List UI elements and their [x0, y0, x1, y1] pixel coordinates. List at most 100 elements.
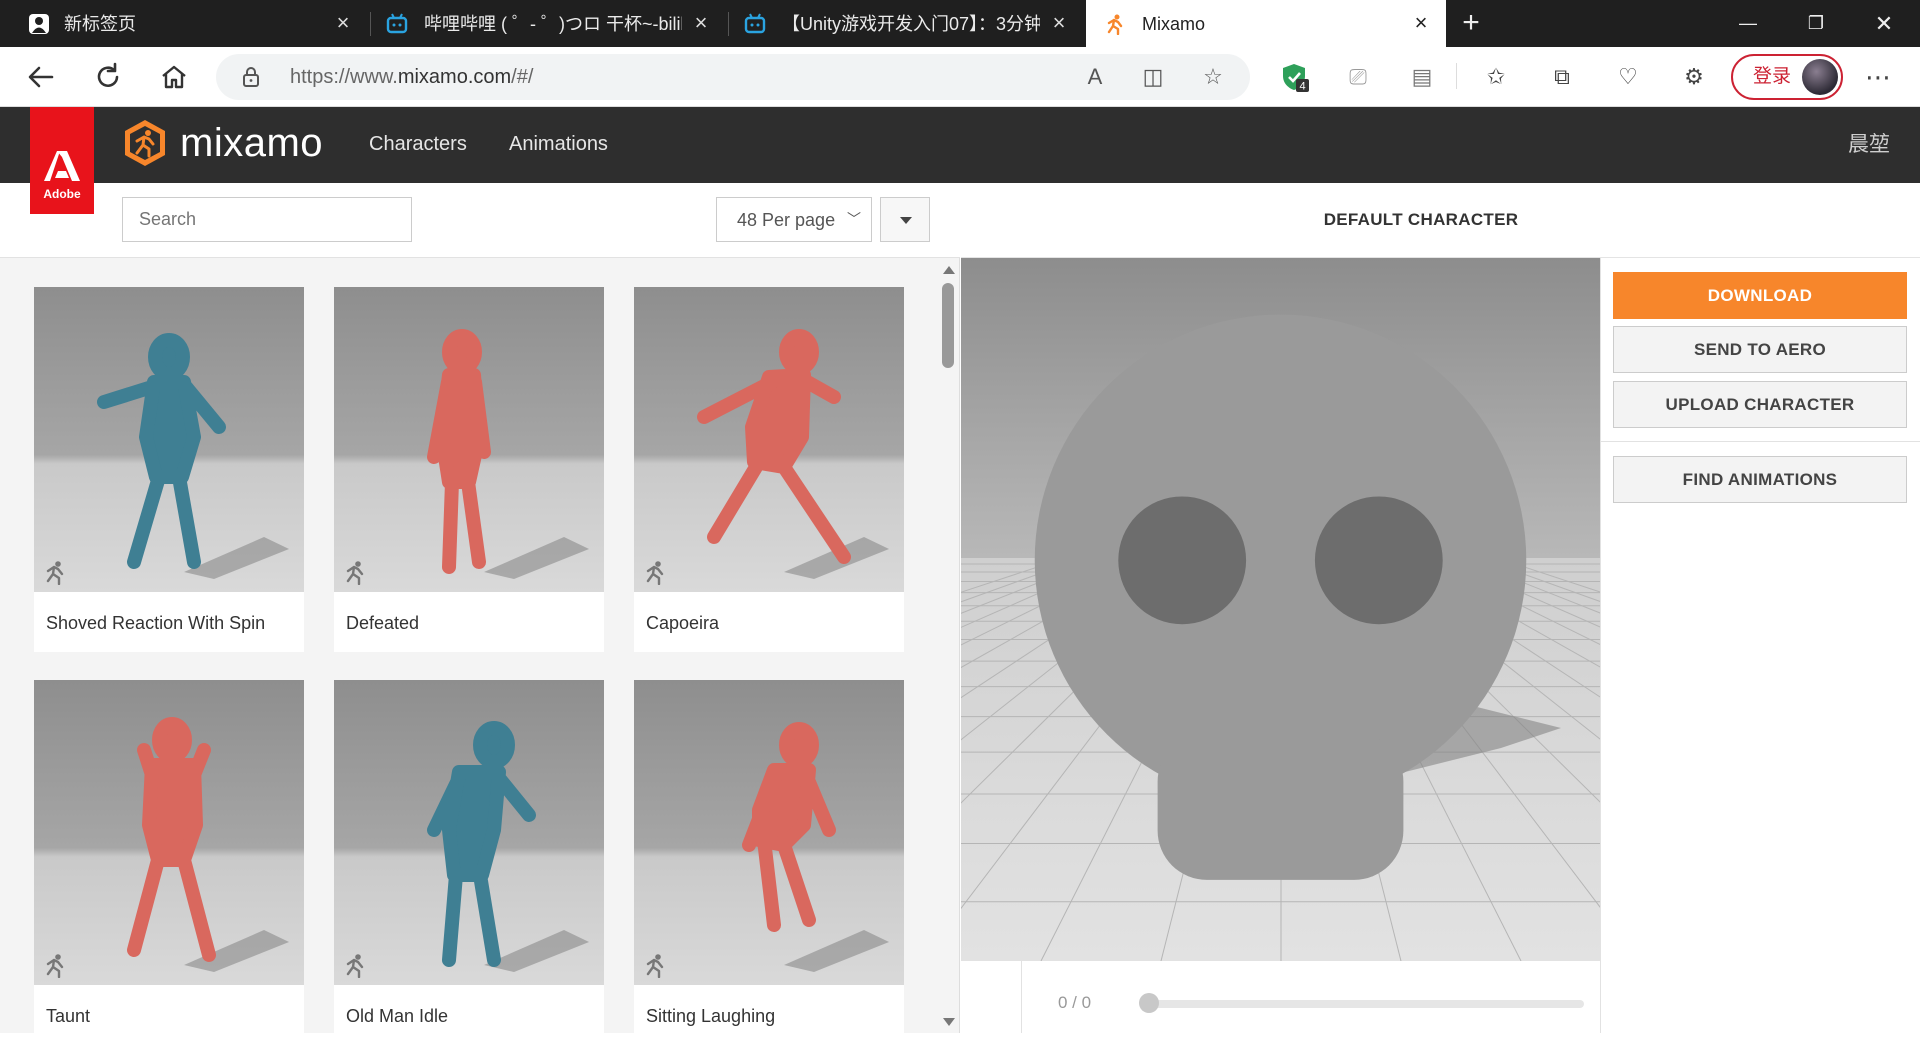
tab-title: 新标签页	[64, 14, 136, 34]
character-pose	[697, 329, 889, 579]
favorite-star-icon[interactable]: ☆	[1200, 64, 1226, 90]
tab-separator	[728, 12, 729, 36]
bilibili-icon	[386, 13, 408, 34]
app-name[interactable]: mixamo	[180, 119, 323, 167]
preview-panel: DEFAULT CHARACTER 0 / 0 DOWNLOAD SEND TO…	[961, 183, 1920, 1033]
close-window-icon[interactable]: ✕	[1851, 0, 1917, 47]
nav-animations[interactable]: Animations	[509, 132, 608, 156]
animation-card[interactable]: Taunt	[34, 680, 304, 1045]
mixamo-running-icon	[1107, 14, 1123, 35]
minimize-window-icon[interactable]: —	[1715, 0, 1781, 47]
browser-tab-bilibili[interactable]: 哔哩哔哩 ( ゜- ゜)つロ 干杯~-bilibili ×	[372, 0, 726, 47]
preview-title: DEFAULT CHARACTER	[1323, 210, 1519, 229]
extensions-icon[interactable]: ⚙	[1678, 61, 1710, 93]
browser-tab-unity-tutorial[interactable]: 【Unity游戏开发入门07】：3分钟 ×	[730, 0, 1084, 47]
divider	[1601, 441, 1920, 442]
user-name[interactable]: 晨堃	[1848, 133, 1890, 157]
frame-counter: 0 / 0	[1058, 993, 1092, 1012]
back-arrow-icon[interactable]	[24, 60, 58, 94]
reader-icon[interactable]: ▤	[1406, 61, 1438, 93]
close-tab-icon[interactable]: ×	[690, 12, 712, 34]
character-pose	[427, 329, 589, 579]
download-button[interactable]: DOWNLOAD	[1613, 272, 1907, 319]
animation-thumbnail[interactable]	[634, 680, 904, 985]
animation-thumbnail[interactable]	[34, 680, 304, 985]
timeline-track[interactable]	[1140, 1000, 1584, 1008]
preview-header: DEFAULT CHARACTER	[961, 183, 1920, 258]
login-button[interactable]: 登录	[1731, 54, 1843, 100]
scrollbar[interactable]	[938, 258, 958, 1033]
character-pose	[742, 722, 889, 972]
extension-badge-count: 4	[1299, 81, 1305, 93]
close-tab-icon[interactable]: ×	[1048, 12, 1070, 34]
caret-down-icon	[900, 217, 912, 224]
library-toolbar: 48 Per page ﹀	[0, 183, 960, 258]
animation-thumbnail[interactable]	[334, 287, 604, 592]
running-man-icon	[346, 954, 364, 978]
tab-separator	[370, 12, 371, 36]
per-page-value: 48 Per page	[737, 210, 836, 230]
timeline-scrubber[interactable]	[1139, 993, 1159, 1013]
refresh-icon[interactable]	[91, 60, 125, 94]
favorites-icon[interactable]: ✩	[1480, 61, 1512, 93]
upload-character-button[interactable]: UPLOAD CHARACTER	[1613, 381, 1907, 428]
animation-library-panel: 48 Per page ﹀ Shoved Reaction With Spin D…	[0, 183, 960, 1045]
send-to-aero-button[interactable]: SEND TO AERO	[1613, 326, 1907, 373]
new-tab-plus-icon[interactable]: +	[1455, 8, 1487, 40]
3d-viewport[interactable]	[961, 258, 1600, 961]
more-menu-icon[interactable]: ⋯	[1862, 61, 1894, 93]
animation-card[interactable]: Shoved Reaction With Spin	[34, 287, 304, 652]
address-bar[interactable]: https://www.mixamo.com/#/ A ◫ ☆	[216, 54, 1250, 100]
search-input[interactable]	[122, 197, 412, 242]
animation-timeline: 0 / 0	[1021, 961, 1600, 1033]
skull-icon[interactable]	[961, 258, 1600, 961]
character-pose	[97, 333, 289, 579]
animation-label: Capoeira	[646, 613, 720, 633]
animation-card[interactable]: Sitting Laughing	[634, 680, 904, 1045]
animation-card[interactable]: Capoeira	[634, 287, 904, 652]
browser-tab-mixamo[interactable]: Mixamo ×	[1086, 0, 1446, 47]
screen-capture-icon[interactable]: ⎚	[1342, 61, 1374, 93]
scrollbar-thumb[interactable]	[942, 283, 954, 368]
animation-card[interactable]: Defeated	[334, 287, 604, 652]
animation-thumbnail[interactable]	[34, 287, 304, 592]
browser-tab-new-tab[interactable]: 新标签页 ×	[0, 0, 368, 47]
running-man-icon	[46, 561, 64, 585]
lock-icon[interactable]	[240, 66, 262, 88]
animation-card[interactable]: Old Man Idle	[334, 680, 604, 1045]
browser-toolbar: https://www.mixamo.com/#/ A ◫ ☆ 4 ⎚ ▤ ✩ …	[0, 47, 1920, 107]
animation-label: Old Man Idle	[346, 1006, 449, 1026]
collections-icon[interactable]: ⧉	[1546, 61, 1578, 93]
performance-icon[interactable]: ♡	[1612, 61, 1644, 93]
read-aloud-icon[interactable]: A	[1082, 64, 1108, 90]
animation-thumbnail[interactable]	[334, 680, 604, 985]
browser-tab-strip: 新标签页 × 哔哩哔哩 ( ゜- ゜)つロ 干杯~-bilibili × 【Un…	[0, 0, 1920, 47]
running-man-icon	[46, 954, 64, 978]
shield-extension-icon[interactable]: 4	[1278, 61, 1310, 93]
restore-window-icon[interactable]: ❐	[1783, 0, 1849, 47]
per-page-select[interactable]: 48 Per page ﹀	[716, 197, 872, 242]
character-pose	[427, 721, 589, 972]
adobe-logo[interactable]: Adobe	[30, 107, 94, 214]
animation-thumbnail[interactable]	[634, 287, 904, 592]
bilibili-icon	[744, 13, 766, 34]
split-screen-icon[interactable]: ◫	[1140, 64, 1166, 90]
chevron-down-icon: ﹀	[847, 211, 861, 227]
animation-label: Sitting Laughing	[646, 1006, 776, 1026]
mixamo-logo-icon[interactable]	[122, 118, 168, 168]
running-man-icon	[646, 954, 664, 978]
nav-characters[interactable]: Characters	[369, 132, 467, 156]
login-label: 登录	[1753, 66, 1792, 87]
animation-label: Defeated	[346, 613, 420, 633]
sort-dropdown-button[interactable]	[880, 197, 930, 242]
scroll-up-arrow-icon[interactable]	[943, 266, 955, 274]
close-tab-icon[interactable]: ×	[332, 12, 354, 34]
url-text[interactable]: https://www.mixamo.com/#/	[290, 65, 533, 89]
close-tab-icon[interactable]: ×	[1410, 12, 1432, 34]
adobe-a-icon	[44, 151, 80, 181]
tab-title: 【Unity游戏开发入门07】：3分钟	[782, 14, 1040, 34]
home-icon[interactable]	[157, 60, 191, 94]
character-pose	[127, 717, 289, 972]
find-animations-button[interactable]: FIND ANIMATIONS	[1613, 456, 1907, 503]
scroll-down-arrow-icon[interactable]	[943, 1018, 955, 1026]
